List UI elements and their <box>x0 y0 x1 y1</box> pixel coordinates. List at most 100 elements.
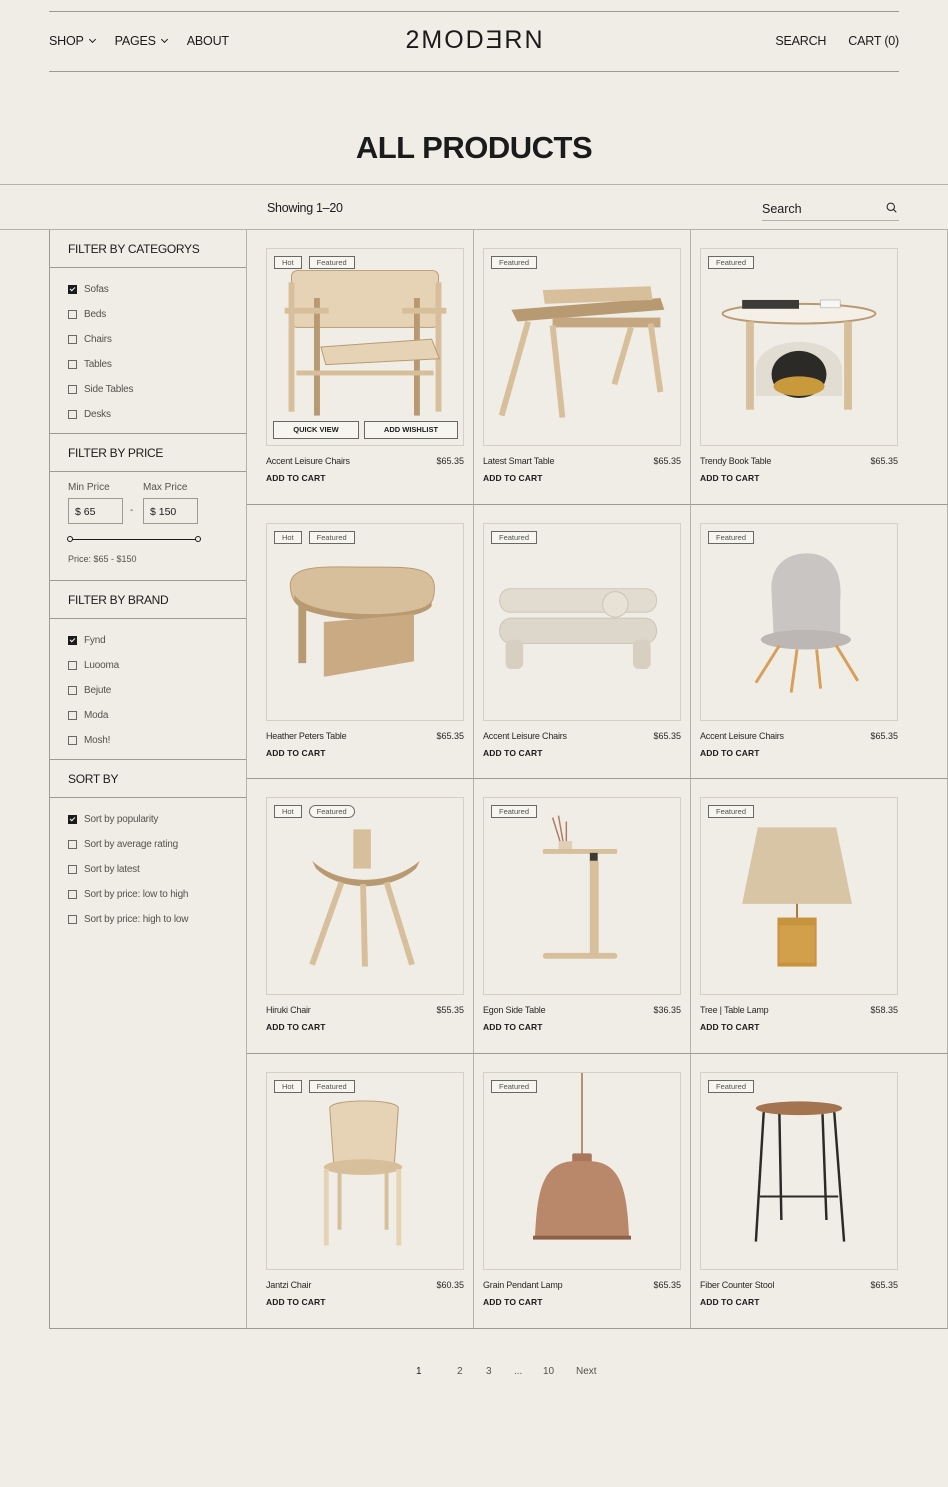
sort-option[interactable]: Sort by popularity <box>68 807 228 832</box>
product-image[interactable]: Featured <box>483 1072 681 1270</box>
product-card[interactable]: Featured Trendy Book Table $65.35 ADD TO CA… <box>691 230 948 505</box>
product-image[interactable]: Featured <box>700 797 898 995</box>
add-to-cart-button[interactable]: ADD TO CART <box>266 748 326 758</box>
checkbox[interactable] <box>68 890 77 899</box>
site-logo[interactable]: 2MODƎRN <box>401 26 549 55</box>
product-name[interactable]: Grain Pendant Lamp <box>483 1280 563 1290</box>
category-option[interactable]: Tables <box>68 352 228 377</box>
checkbox[interactable] <box>68 865 77 874</box>
search-icon[interactable] <box>886 202 897 213</box>
sort-option[interactable]: Sort by price: high to low <box>68 907 228 932</box>
product-card[interactable]: Featured Tree | Table Lamp $58.35 ADD TO CA… <box>691 779 948 1054</box>
product-name[interactable]: Heather Peters Table <box>266 731 347 741</box>
checkbox[interactable] <box>68 736 77 745</box>
product-card[interactable]: Featured Latest Smart Table $65.35 ADD TO C… <box>474 230 691 505</box>
nav-pages[interactable]: PAGES <box>115 34 168 48</box>
add-to-cart-button[interactable]: ADD TO CART <box>483 748 543 758</box>
checkbox[interactable] <box>68 661 77 670</box>
checkbox[interactable] <box>68 360 77 369</box>
add-wishlist-button[interactable]: ADD WISHLIST <box>364 421 458 439</box>
product-image[interactable]: Featured <box>483 523 681 721</box>
category-option[interactable]: Beds <box>68 302 228 327</box>
checkbox[interactable] <box>68 410 77 419</box>
brand-option[interactable]: Moda <box>68 703 228 728</box>
product-image[interactable]: Featured <box>700 248 898 446</box>
product-image[interactable]: Featured <box>483 797 681 995</box>
sort-option[interactable]: Sort by average rating <box>68 832 228 857</box>
product-card[interactable]: Featured Accent Leisure Chairs $65.35 ADD T… <box>691 505 948 779</box>
brand-option[interactable]: Mosh! <box>68 728 228 753</box>
category-option[interactable]: Sofas <box>68 277 228 302</box>
product-card[interactable]: Featured Fiber Counter Stool $65.35 ADD TO … <box>691 1054 948 1329</box>
add-to-cart-button[interactable]: ADD TO CART <box>483 1297 543 1307</box>
product-card[interactable]: Featured Grain Pendant Lamp $65.35 ADD TO C… <box>474 1054 691 1329</box>
product-name[interactable]: Jantzi Chair <box>266 1280 311 1290</box>
page-2[interactable]: 2 <box>457 1366 463 1377</box>
add-to-cart-button[interactable]: ADD TO CART <box>266 473 326 483</box>
category-option[interactable]: Side Tables <box>68 377 228 402</box>
add-to-cart-button[interactable]: ADD TO CART <box>700 1022 760 1032</box>
product-card[interactable]: Hot Featured Jantzi Chair $60.35 ADD TO CART <box>247 1054 474 1329</box>
checkbox[interactable] <box>68 815 77 824</box>
add-to-cart-button[interactable]: ADD TO CART <box>266 1297 326 1307</box>
next-page-link[interactable]: Next <box>576 1366 597 1377</box>
product-card[interactable]: Featured Egon Side Table $36.35 ADD TO CART <box>474 779 691 1054</box>
checkbox[interactable] <box>68 711 77 720</box>
header-search-link[interactable]: SEARCH <box>775 34 826 48</box>
category-option[interactable]: Chairs <box>68 327 228 352</box>
checkbox[interactable] <box>68 310 77 319</box>
add-to-cart-button[interactable]: ADD TO CART <box>700 748 760 758</box>
product-image[interactable]: Hot Featured <box>266 797 464 995</box>
product-name[interactable]: Egon Side Table <box>483 1005 546 1015</box>
brand-option[interactable]: Fynd <box>68 628 228 653</box>
page-1[interactable]: 1 <box>416 1366 422 1377</box>
product-image[interactable]: Hot Featured <box>266 523 464 721</box>
category-option[interactable]: Desks <box>68 402 228 427</box>
page-10[interactable]: 10 <box>543 1366 554 1377</box>
brand-option[interactable]: Luooma <box>68 653 228 678</box>
checkbox[interactable] <box>68 686 77 695</box>
checkbox[interactable] <box>68 915 77 924</box>
add-to-cart-button[interactable]: ADD TO CART <box>700 1297 760 1307</box>
product-name[interactable]: Fiber Counter Stool <box>700 1280 774 1290</box>
product-name[interactable]: Accent Leisure Chairs <box>266 456 350 466</box>
product-name[interactable]: Hiruki Chair <box>266 1005 311 1015</box>
sort-option[interactable]: Sort by latest <box>68 857 228 882</box>
product-image[interactable]: Featured <box>700 1072 898 1270</box>
checkbox[interactable] <box>68 285 77 294</box>
nav-about[interactable]: ABOUT <box>187 34 229 48</box>
product-card[interactable]: Hot Featured Heather Peters Table $65.35 ADD… <box>247 505 474 779</box>
add-to-cart-button[interactable]: ADD TO CART <box>700 473 760 483</box>
max-price-field[interactable]: $ 150 <box>143 498 198 524</box>
product-image[interactable]: Featured <box>700 523 898 721</box>
product-name[interactable]: Trendy Book Table <box>700 456 771 466</box>
sort-option[interactable]: Sort by price: low to high <box>68 882 228 907</box>
product-card[interactable]: Hot Featured Hiruki Chair $55.35 ADD TO CART <box>247 779 474 1054</box>
checkbox[interactable] <box>68 840 77 849</box>
min-price-field[interactable]: $ 65 <box>68 498 123 524</box>
product-name[interactable]: Accent Leisure Chairs <box>700 731 784 741</box>
slider-max-handle[interactable] <box>195 536 201 542</box>
checkbox[interactable] <box>68 385 77 394</box>
nav-shop[interactable]: SHOP <box>49 34 96 48</box>
brand-option[interactable]: Bejute <box>68 678 228 703</box>
checkbox[interactable] <box>68 636 77 645</box>
product-name[interactable]: Tree | Table Lamp <box>700 1005 769 1015</box>
product-name[interactable]: Accent Leisure Chairs <box>483 731 567 741</box>
product-image[interactable]: Hot Featured <box>266 1072 464 1270</box>
quick-view-button[interactable]: QUICK VIEW <box>273 421 359 439</box>
product-image[interactable]: Hot Featured QUICK VIEW ADD WISHLIST <box>266 248 464 446</box>
product-card[interactable]: Hot Featured QUICK VIEW ADD WISHLIST Accent … <box>247 230 474 505</box>
product-image[interactable]: Featured <box>483 248 681 446</box>
page-3[interactable]: 3 <box>486 1366 492 1377</box>
product-card[interactable]: Featured Accent Leisure Chairs $65.35 ADD T… <box>474 505 691 779</box>
slider-min-handle[interactable] <box>67 536 73 542</box>
add-to-cart-button[interactable]: ADD TO CART <box>266 1022 326 1032</box>
search-input[interactable] <box>762 202 877 216</box>
checkbox[interactable] <box>68 335 77 344</box>
add-to-cart-button[interactable]: ADD TO CART <box>483 1022 543 1032</box>
add-to-cart-button[interactable]: ADD TO CART <box>483 473 543 483</box>
header-cart-link[interactable]: CART (0) <box>848 34 899 48</box>
product-name[interactable]: Latest Smart Table <box>483 456 554 466</box>
price-range-slider[interactable] <box>67 536 201 542</box>
